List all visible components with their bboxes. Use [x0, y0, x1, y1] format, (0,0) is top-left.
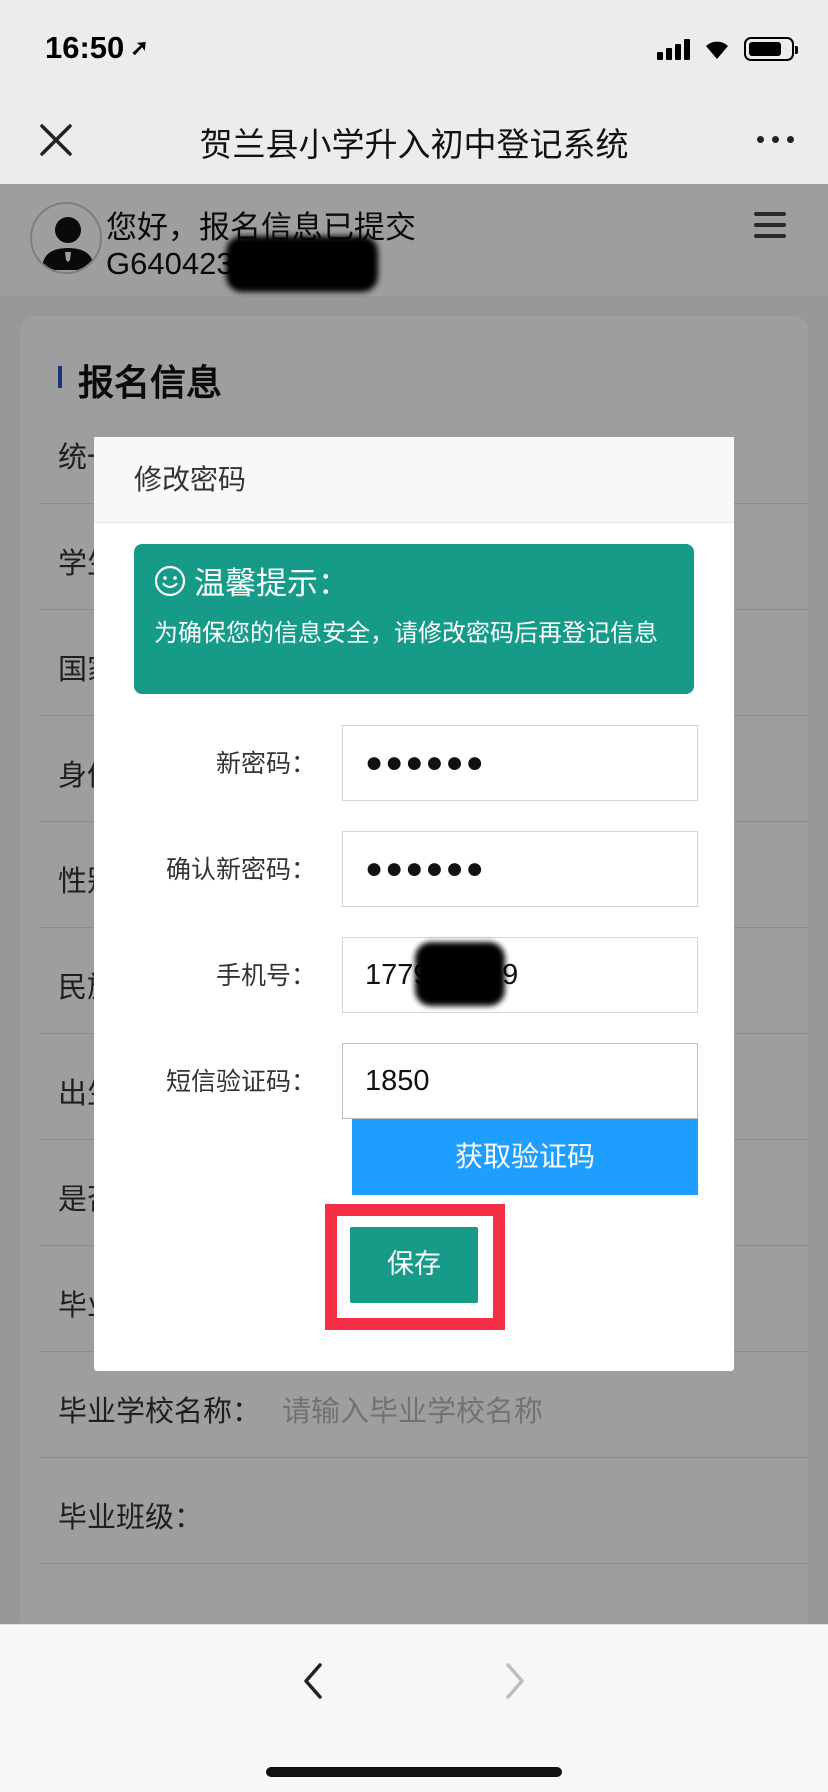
tip-title: 温馨提示： [154, 558, 349, 603]
status-icons [657, 34, 798, 64]
phone-label: 手机号： [215, 961, 316, 990]
more-options-icon[interactable] [757, 136, 794, 143]
nav-bar: 贺兰县小学升入初中登记系统 [0, 96, 828, 184]
browser-toolbar [0, 1624, 828, 1792]
back-arrow-icon[interactable] [298, 1659, 328, 1703]
sms-code-field[interactable]: 1850 [342, 1043, 698, 1119]
confirm-password-label: 确认新密码： [165, 855, 316, 884]
tip-body: 为确保您的信息安全，请修改密码后再登记信息 [154, 619, 658, 647]
redaction-mark [415, 942, 505, 1006]
wifi-icon [706, 41, 728, 59]
save-button[interactable]: 保存 [350, 1227, 478, 1303]
new-password-label: 新密码： [215, 749, 316, 778]
location-arrow-icon: ➚ [130, 35, 149, 60]
status-bar: 16:50 ➚ [0, 0, 828, 96]
clock-text: 16:50 [45, 30, 125, 65]
forward-arrow-icon[interactable] [500, 1659, 530, 1703]
tip-box: 温馨提示： 为确保您的信息安全，请修改密码后再登记信息 [134, 544, 694, 694]
phone-field[interactable]: 17795 5129 [342, 937, 698, 1013]
smile-icon [154, 565, 186, 596]
status-time: 16:50 ➚ [45, 30, 149, 66]
close-icon[interactable] [38, 122, 74, 158]
home-indicator[interactable] [266, 1767, 562, 1777]
get-code-button[interactable]: 获取验证码 [352, 1119, 698, 1195]
cellular-signal-icon [657, 38, 690, 60]
sms-code-label: 短信验证码： [165, 1067, 316, 1096]
new-password-field[interactable]: ●●●●●● [342, 725, 698, 801]
modal-title: 修改密码 [94, 437, 734, 523]
confirm-password-field[interactable]: ●●●●●● [342, 831, 698, 907]
page-title: 贺兰县小学升入初中登记系统 [199, 125, 629, 164]
battery-icon [744, 37, 798, 61]
tip-title-text: 温馨提示： [194, 566, 349, 602]
change-password-modal: 修改密码 温馨提示： 为确保您的信息安全，请修改密码后再登记信息 新密码： ●●… [94, 437, 734, 1371]
